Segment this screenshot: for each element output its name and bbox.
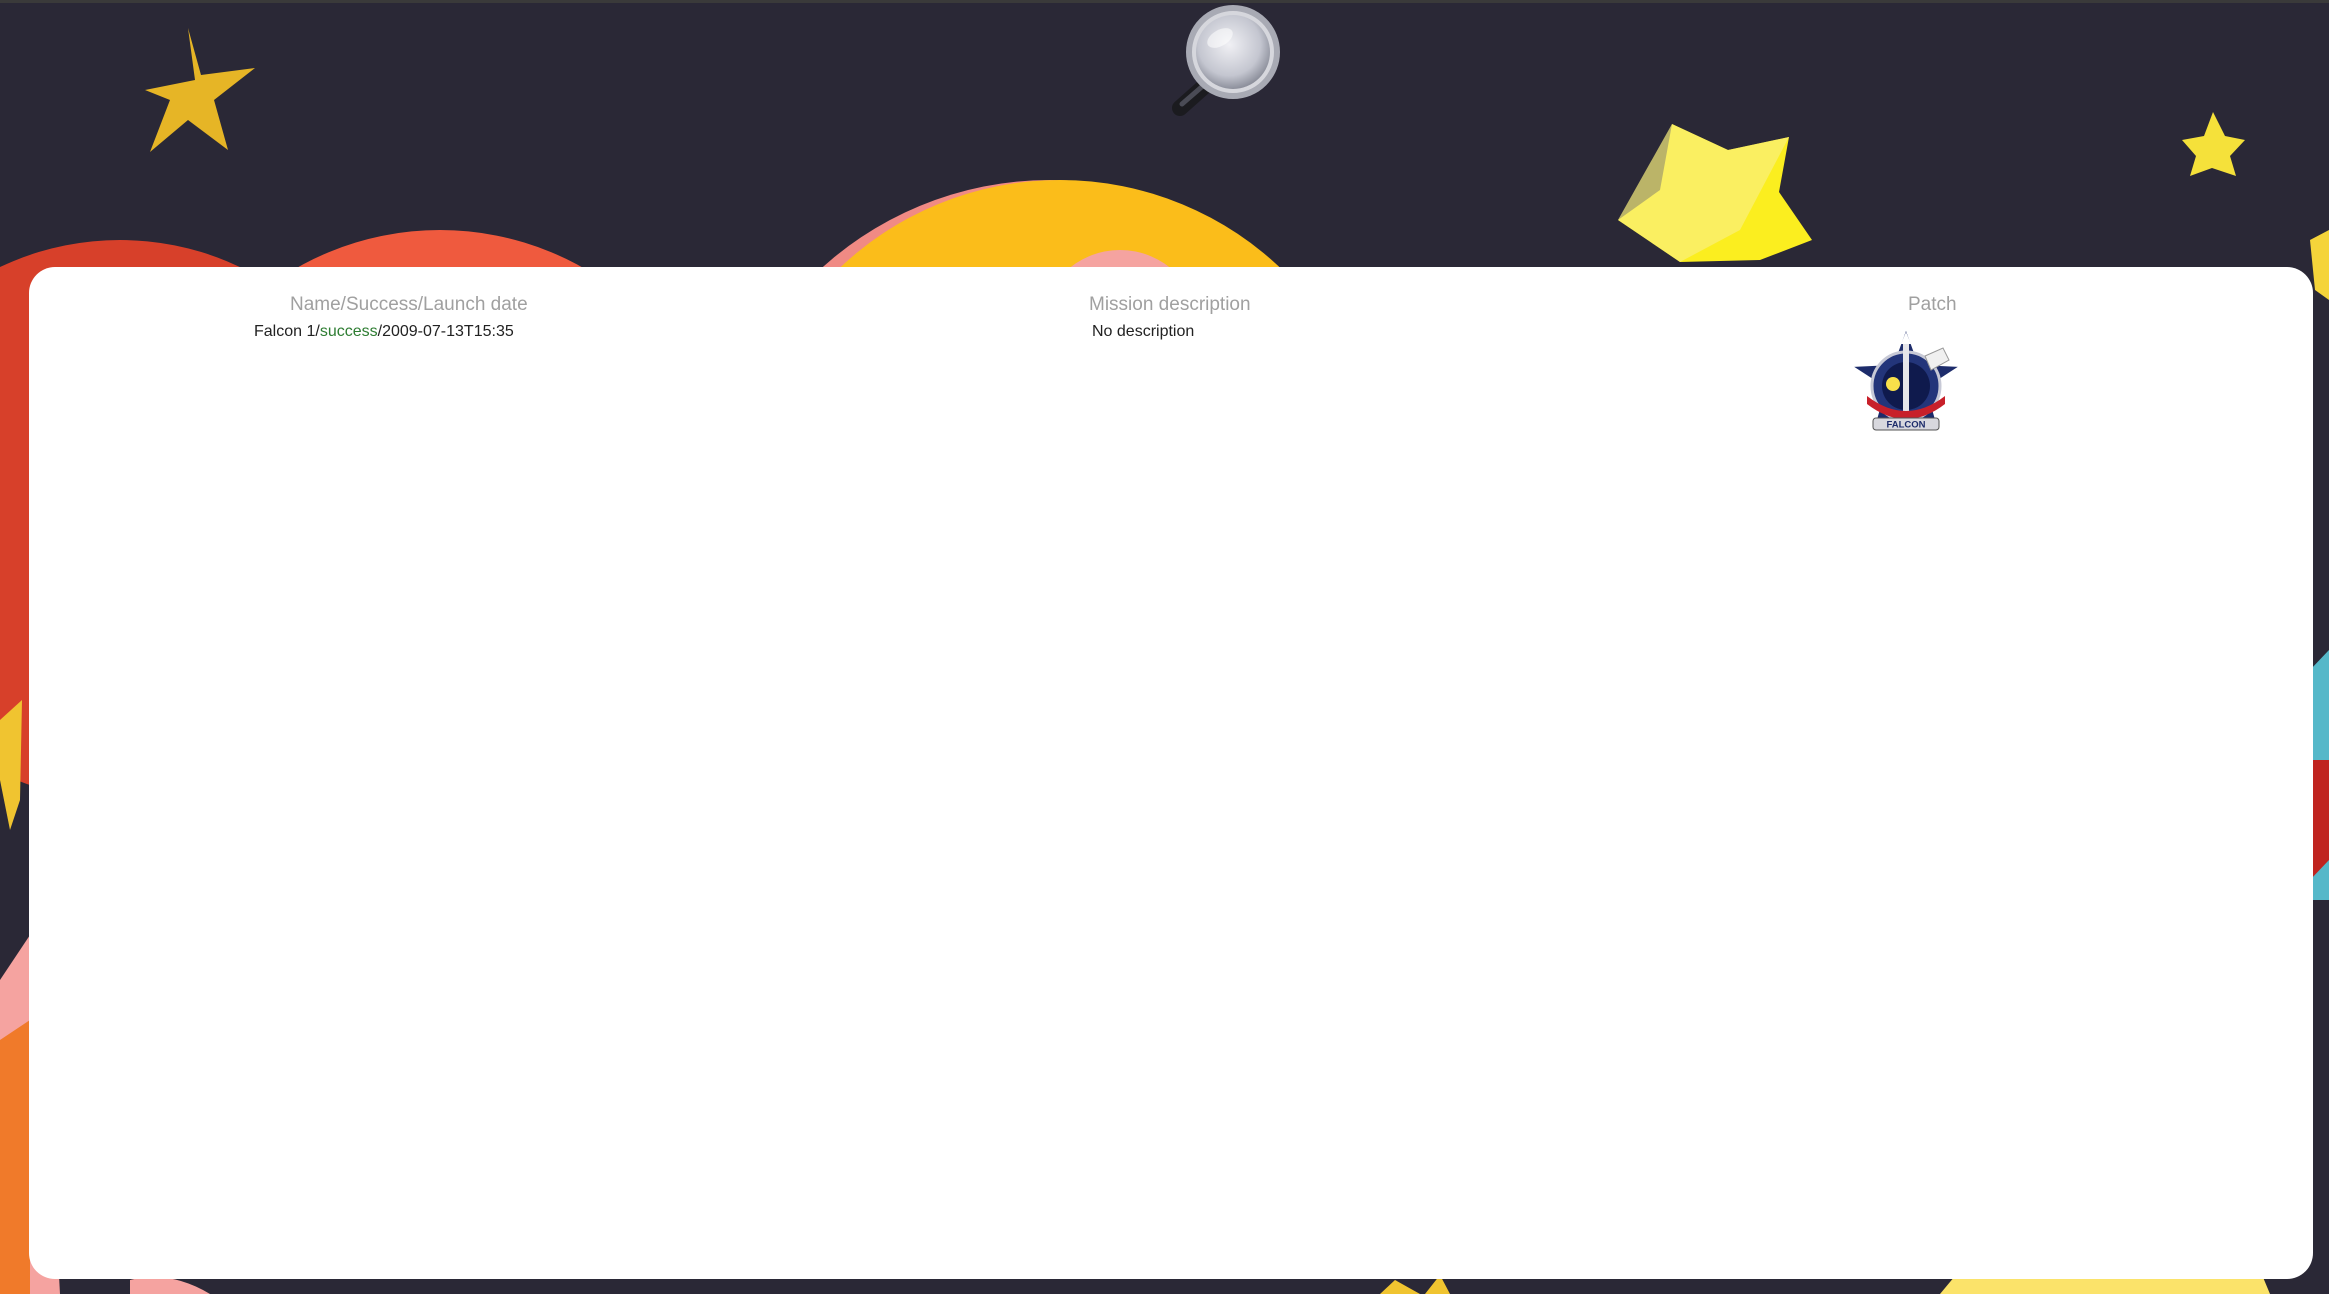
search-button[interactable] xyxy=(1168,4,1288,124)
star-icon xyxy=(2182,112,2245,176)
launch-date: 2009-07-13T15:35 xyxy=(382,323,514,340)
column-header-name: Name/Success/Launch date xyxy=(290,294,528,315)
bottom-pink xyxy=(130,1277,210,1294)
patch-label: FALCON xyxy=(1886,420,1925,431)
table-row-name-cell: Falcon 1/success/2009-07-13T15:35 xyxy=(254,323,514,341)
launch-status: success xyxy=(319,323,378,340)
left-orange xyxy=(0,1020,30,1294)
table-row-description-cell: No description xyxy=(1092,323,1195,340)
launch-name: Falcon 1 xyxy=(254,323,316,340)
launches-table-panel: Name/Success/Launch date Mission descrip… xyxy=(29,267,2313,1279)
column-header-patch: Patch xyxy=(1908,294,1957,315)
column-header-description: Mission description xyxy=(1089,294,1251,315)
magnifying-glass-icon xyxy=(1172,5,1280,116)
falcon-mission-patch-icon: FALCON xyxy=(1847,326,1965,433)
star-icon xyxy=(145,28,255,152)
star-icon xyxy=(0,700,22,830)
